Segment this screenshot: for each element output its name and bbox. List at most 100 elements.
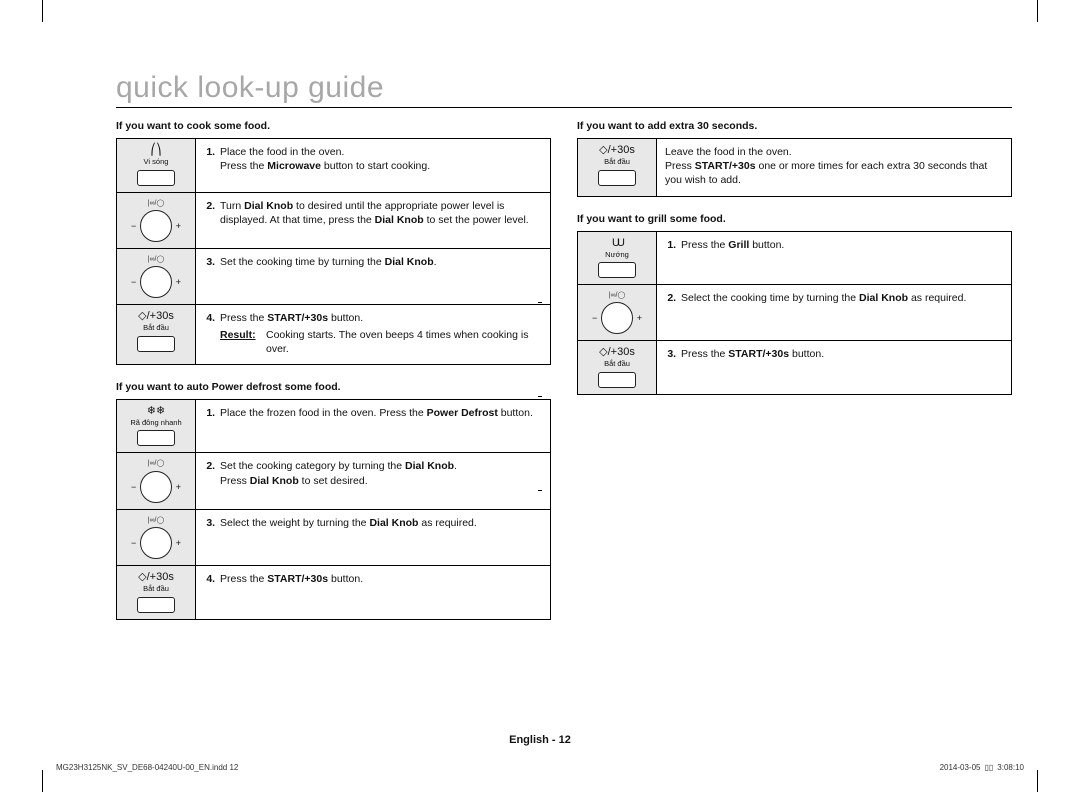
dial-caption: |∞/◯ (148, 255, 165, 264)
step-text: Set the cooking category by turning the … (220, 460, 457, 472)
section-heading-grill: If you want to grill some food. (577, 213, 1012, 225)
table-grill: UU Nướng Press the Grill button. (577, 231, 1012, 395)
button-shape (598, 170, 636, 186)
section-heading-cook: If you want to cook some food. (116, 120, 551, 132)
start-icon: ◇/+30s (599, 347, 635, 358)
indd-timestamp: 2014-03-05▯▯3:08:10 (940, 763, 1024, 772)
start-icon: ◇/+30s (138, 311, 174, 322)
icon-cell: |∞/◯ (578, 285, 657, 341)
step-text: Press the Grill button. (681, 239, 784, 251)
icon-caption: Bắt đầu (604, 360, 630, 368)
step-text: Leave the food in the oven. (665, 146, 792, 158)
step-text: Place the frozen food in the oven. Press… (220, 407, 533, 419)
icon-cell: |∞/◯ (117, 509, 196, 565)
button-shape (598, 262, 636, 278)
step-text: Select the cooking time by turning the D… (681, 292, 966, 304)
icon-cell: |∞/◯ (117, 192, 196, 248)
microwave-icon: ⎛⎞ (151, 145, 162, 156)
defrost-icon: ❄❄ (147, 406, 165, 417)
table-row: UU Nướng Press the Grill button. (578, 231, 1012, 285)
step-text: Set the cooking time by turning the Dial… (220, 256, 437, 268)
step-cell: Place the food in the oven. Press the Mi… (196, 139, 551, 193)
dial-caption: |∞/◯ (148, 199, 165, 208)
step-cell: Press the START/+30s button. Result: Coo… (196, 305, 551, 365)
step-text: Press the START/+30s button. (220, 312, 363, 324)
icon-caption: Vi sóng (144, 158, 169, 166)
step-cell: Place the frozen food in the oven. Press… (196, 399, 551, 453)
icon-cell: |∞/◯ (117, 248, 196, 304)
step-text: Press the START/+30s button. (681, 348, 824, 360)
crop-mark (42, 770, 43, 792)
table-defrost: ❄❄ Rã đông nhanh Place the frozen food i… (116, 399, 551, 620)
table-cook: ⎛⎞ Vi sóng Place the food in the oven. P… (116, 138, 551, 365)
start-icon: ◇/+30s (599, 145, 635, 156)
table-row: |∞/◯ Select the cooking time by turning … (578, 285, 1012, 341)
icon-cell: ❄❄ Rã đông nhanh (117, 399, 196, 453)
bind-mark (538, 302, 542, 303)
start-icon: ◇/+30s (138, 572, 174, 583)
dial-knob-icon (601, 302, 633, 334)
result-label: Result: (220, 328, 266, 356)
step-cell: Select the cooking time by turning the D… (657, 285, 1012, 341)
table-row: ◇/+30s Bắt đầu Press the START/+30s butt… (117, 305, 551, 365)
step-cell: Set the cooking category by turning the … (196, 453, 551, 509)
crop-mark (1037, 770, 1038, 792)
button-shape (137, 430, 175, 446)
result-text: Cooking starts. The oven beeps 4 times w… (266, 328, 542, 356)
step-cell: Set the cooking time by turning the Dial… (196, 248, 551, 304)
table-extra30: ◇/+30s Bắt đầu Leave the food in the ove… (577, 138, 1012, 197)
button-shape (137, 170, 175, 186)
table-row: |∞/◯ Select the weight by turning the Di… (117, 509, 551, 565)
icon-caption: Bắt đầu (604, 158, 630, 166)
icon-caption: Nướng (605, 251, 629, 259)
table-row: ❄❄ Rã đông nhanh Place the frozen food i… (117, 399, 551, 453)
dial-caption: |∞/◯ (609, 291, 626, 300)
crop-mark (1037, 0, 1038, 22)
bind-mark (538, 396, 542, 397)
step-cell: Press the START/+30s button. (657, 341, 1012, 395)
step-text: Press START/+30s one or more times for e… (665, 160, 987, 186)
step-text: Press the Microwave button to start cook… (220, 160, 430, 172)
step-text: Press the START/+30s button. (220, 573, 363, 585)
icon-cell: UU Nướng (578, 231, 657, 285)
dial-caption: |∞/◯ (148, 516, 165, 525)
indd-filename: MG23H3125NK_SV_DE68-04240U-00_EN.indd 12 (56, 763, 238, 772)
table-row: |∞/◯ Set the cooking category by turning… (117, 453, 551, 509)
step-text: Turn Dial Knob to desired until the appr… (220, 200, 529, 226)
section-heading-extra30: If you want to add extra 30 seconds. (577, 120, 1012, 132)
icon-caption: Bắt đầu (143, 324, 169, 332)
button-shape (137, 597, 175, 613)
dial-knob-icon (140, 210, 172, 242)
dial-caption: |∞/◯ (148, 459, 165, 468)
icon-cell: ◇/+30s Bắt đầu (117, 566, 196, 620)
icon-cell: ⎛⎞ Vi sóng (117, 139, 196, 193)
icon-cell: ◇/+30s Bắt đầu (578, 139, 657, 197)
grill-icon: UU (612, 238, 622, 249)
step-text: Press Dial Knob to set desired. (220, 475, 368, 487)
step-cell: Turn Dial Knob to desired until the appr… (196, 192, 551, 248)
dial-knob-icon (140, 266, 172, 298)
step-cell: Press the Grill button. (657, 231, 1012, 285)
document-page: quick look-up guide If you want to cook … (0, 0, 1080, 792)
table-row: ◇/+30s Bắt đầu Press the START/+30s butt… (117, 566, 551, 620)
bind-mark (538, 490, 542, 491)
page-title: quick look-up guide (116, 73, 1028, 103)
table-row: ◇/+30s Bắt đầu Press the START/+30s butt… (578, 341, 1012, 395)
content-columns: If you want to cook some food. ⎛⎞ Vi són… (116, 116, 1012, 620)
table-row: ◇/+30s Bắt đầu Leave the food in the ove… (578, 139, 1012, 197)
dial-knob-icon (140, 527, 172, 559)
step-cell: Press the START/+30s button. (196, 566, 551, 620)
button-shape (137, 336, 175, 352)
section-heading-defrost: If you want to auto Power defrost some f… (116, 381, 551, 393)
icon-caption: Bắt đầu (143, 585, 169, 593)
step-text: Select the weight by turning the Dial Kn… (220, 517, 477, 529)
icon-cell: ◇/+30s Bắt đầu (578, 341, 657, 395)
left-column: If you want to cook some food. ⎛⎞ Vi són… (116, 116, 551, 620)
title-rule (116, 107, 1012, 108)
table-row: ⎛⎞ Vi sóng Place the food in the oven. P… (117, 139, 551, 193)
table-row: |∞/◯ Set the cooking time by turning the… (117, 248, 551, 304)
page-number: English - 12 (0, 734, 1080, 746)
dial-knob-icon (140, 471, 172, 503)
table-row: |∞/◯ Turn Dial Knob to desired until the… (117, 192, 551, 248)
step-cell: Select the weight by turning the Dial Kn… (196, 509, 551, 565)
